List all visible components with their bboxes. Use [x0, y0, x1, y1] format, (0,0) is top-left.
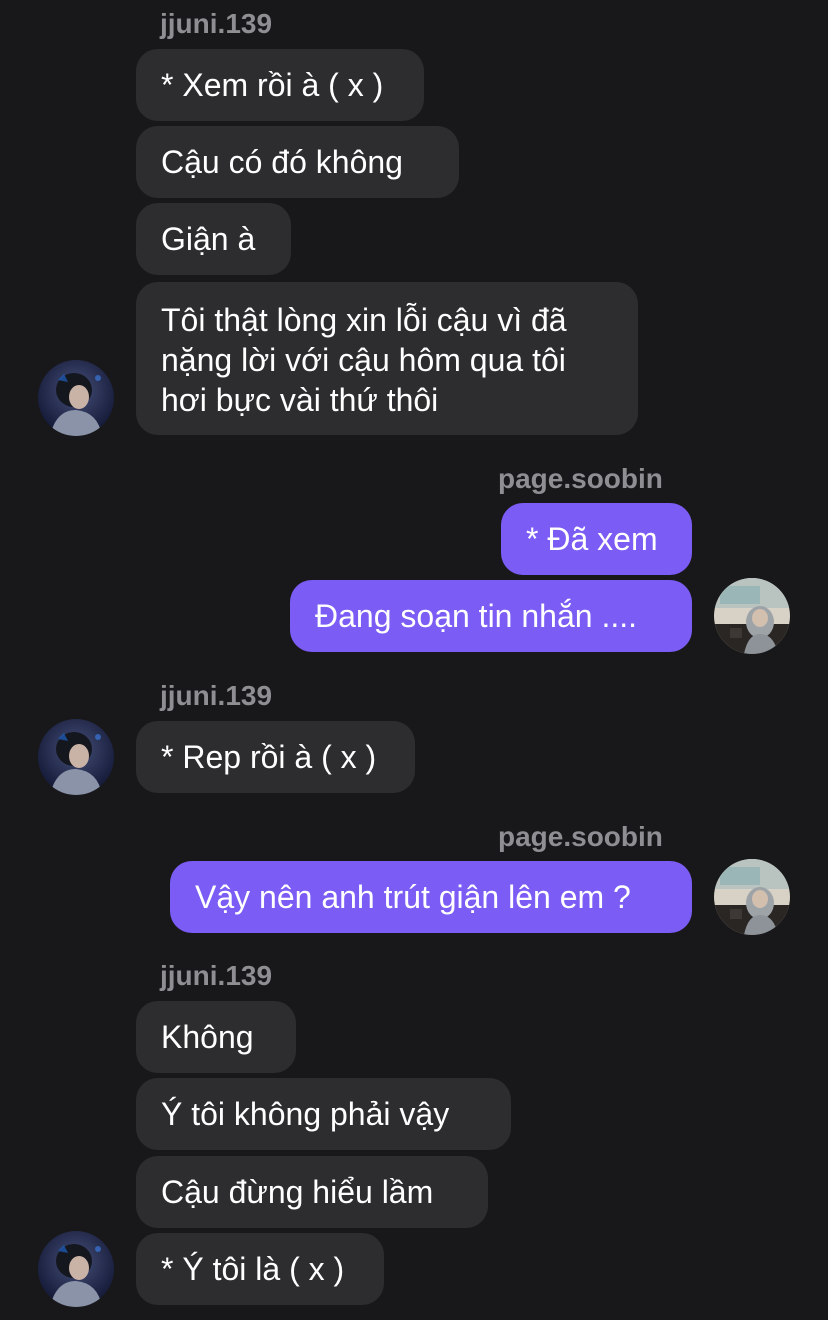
sender-name: jjuni.139: [160, 680, 273, 711]
message-bubble-incoming[interactable]: Cậu đừng hiểu lầm: [136, 1156, 488, 1228]
message-bubble-incoming[interactable]: Giận à: [136, 203, 291, 275]
message-bubble-incoming[interactable]: * Xem rồi à ( x ): [136, 49, 424, 121]
avatar-incoming[interactable]: [38, 360, 114, 436]
sender-name: page.soobin: [498, 821, 663, 852]
user-avatar-photo-icon: [714, 859, 790, 935]
message-bubble-outgoing[interactable]: * Đã xem: [501, 503, 692, 575]
avatar-incoming[interactable]: [38, 719, 114, 795]
message-text: Tôi thật lòng xin lỗi cậu vì đã nặng lời…: [161, 302, 567, 418]
user-avatar-photo-icon: [714, 578, 790, 654]
message-text: Đang soạn tin nhắn ....: [315, 598, 637, 634]
message-text: Không: [161, 1019, 254, 1055]
avatar-outgoing[interactable]: [714, 859, 790, 935]
message-bubble-incoming[interactable]: Tôi thật lòng xin lỗi cậu vì đã nặng lời…: [136, 282, 638, 435]
sender-name: page.soobin: [498, 463, 663, 494]
message-bubble-incoming[interactable]: * Ý tôi là ( x ): [136, 1233, 384, 1305]
message-text: Cậu đừng hiểu lầm: [161, 1174, 434, 1210]
message-bubble-incoming[interactable]: * Rep rồi à ( x ): [136, 721, 415, 793]
message-bubble-outgoing[interactable]: Đang soạn tin nhắn ....: [290, 580, 692, 652]
message-text: * Đã xem: [526, 521, 658, 557]
message-text: Vậy nên anh trút giận lên em ?: [195, 879, 631, 915]
message-text: * Ý tôi là ( x ): [161, 1251, 345, 1287]
message-text: Giận à: [161, 221, 256, 257]
message-bubble-incoming[interactable]: Ý tôi không phải vậy: [136, 1078, 511, 1150]
message-text: * Rep rồi à ( x ): [161, 739, 377, 775]
message-bubble-incoming[interactable]: Không: [136, 1001, 296, 1073]
message-bubble-outgoing[interactable]: Vậy nên anh trút giận lên em ?: [170, 861, 692, 933]
user-avatar-photo-icon: [38, 360, 114, 436]
message-bubble-incoming[interactable]: Cậu có đó không: [136, 126, 459, 198]
avatar-incoming[interactable]: [38, 1231, 114, 1307]
sender-name: jjuni.139: [160, 8, 273, 39]
message-text: * Xem rồi à ( x ): [161, 67, 384, 103]
message-text: Cậu có đó không: [161, 144, 403, 180]
message-text: Ý tôi không phải vậy: [161, 1096, 450, 1132]
user-avatar-photo-icon: [38, 1231, 114, 1307]
user-avatar-photo-icon: [38, 719, 114, 795]
sender-name: jjuni.139: [160, 960, 273, 991]
avatar-outgoing[interactable]: [714, 578, 790, 654]
